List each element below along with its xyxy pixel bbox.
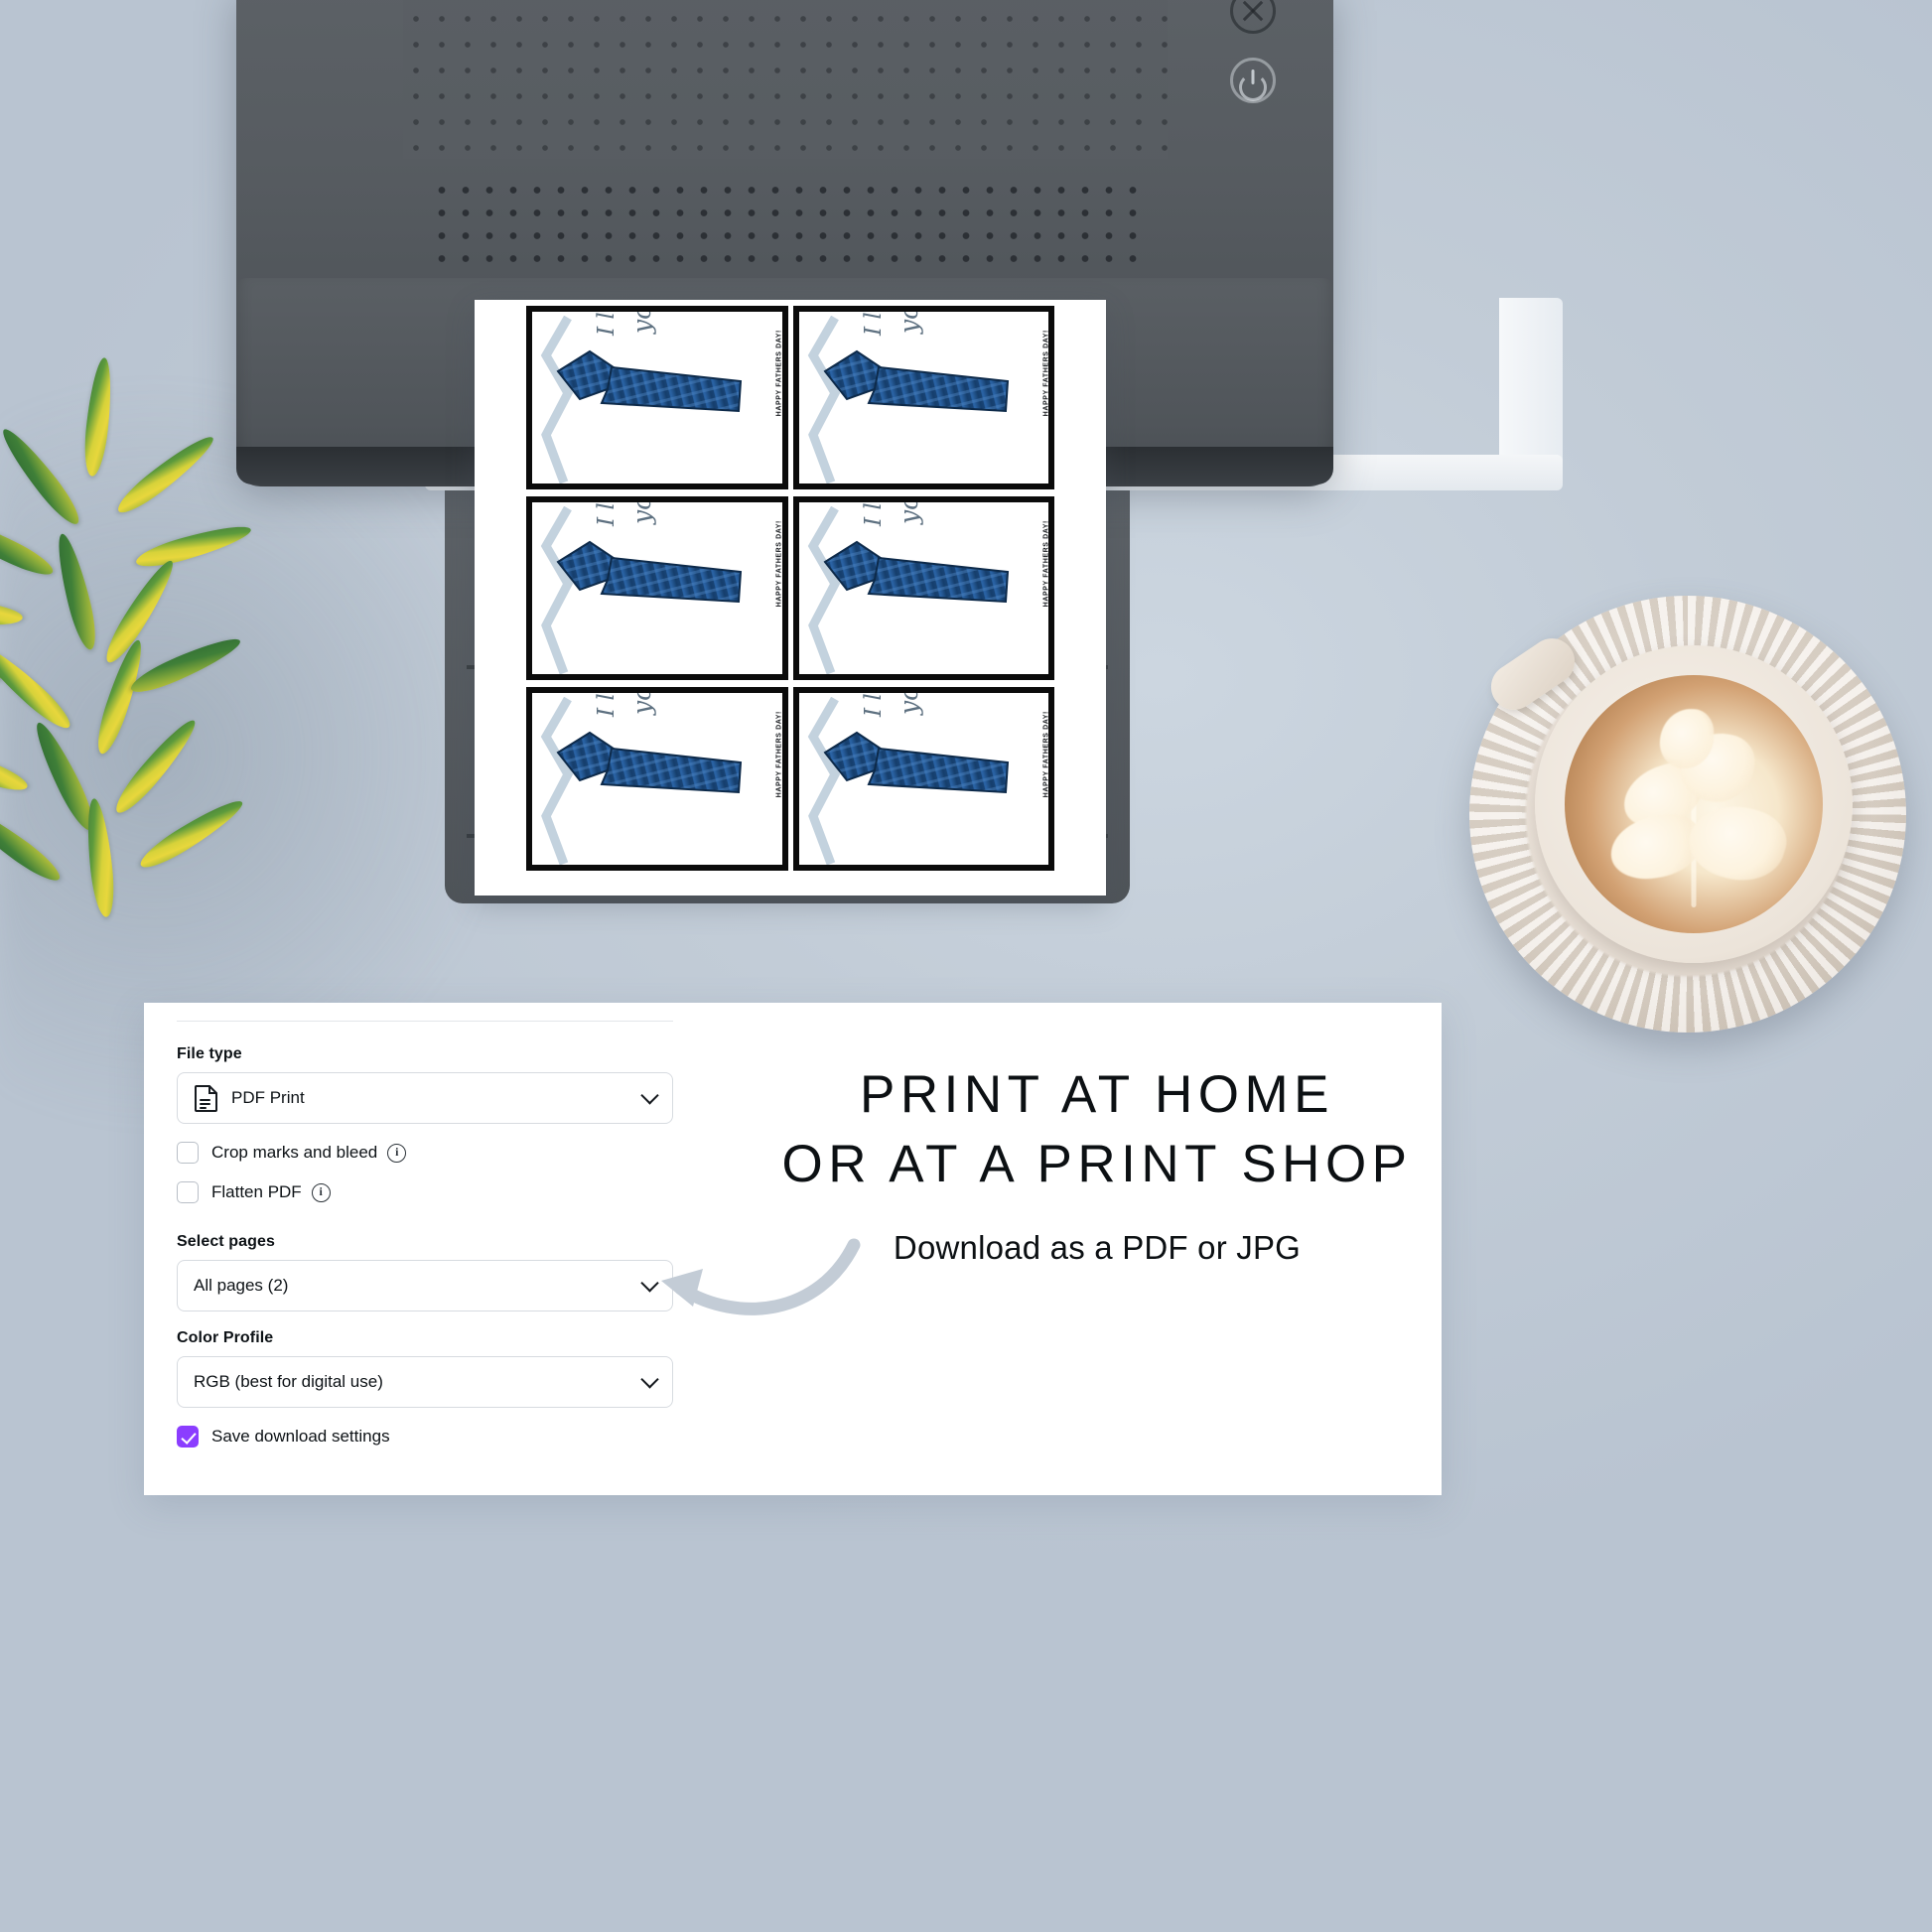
printed-card: I love your style! HAPPY FATHERS DAY! ♥ … xyxy=(792,687,1054,871)
printed-card: I love your style! HAPPY FATHERS DAY! ♥ … xyxy=(526,496,788,680)
card-script-line-2: your style! xyxy=(895,502,923,524)
heart-icon: ♥ xyxy=(783,771,788,777)
save-settings-checkbox[interactable] xyxy=(177,1426,199,1448)
chevron-down-icon xyxy=(640,1086,659,1105)
card-artwork: I love your style! HAPPY FATHERS DAY! ♥ … xyxy=(798,693,1048,865)
promo-headline: PRINT AT HOME OR AT A PRINT SHOP xyxy=(779,1060,1415,1199)
card-caption: HAPPY FATHERS DAY! ♥ TAYLOR xyxy=(1042,330,1054,417)
flatten-pdf-checkbox[interactable] xyxy=(177,1181,199,1203)
flatten-pdf-label: Flatten PDF xyxy=(211,1182,302,1201)
select-pages-label: Select pages xyxy=(177,1233,276,1250)
promo-block: PRINT AT HOME OR AT A PRINT SHOP Downloa… xyxy=(779,1060,1415,1267)
card-script-line-1: I love xyxy=(861,693,887,717)
card-script-line-1: I love xyxy=(594,312,620,336)
color-profile-value: RGB (best for digital use) xyxy=(194,1372,383,1391)
info-icon[interactable] xyxy=(387,1143,407,1163)
heart-icon: ♥ xyxy=(1049,390,1054,396)
printed-sheet: I love your style! HAPPY FATHERS DAY! ♥ … xyxy=(475,300,1106,896)
card-caption: HAPPY FATHERS DAY! ♥ TAYLOR xyxy=(776,330,788,416)
coffee-cup xyxy=(1469,596,1932,1062)
card-artwork: I love your style! HAPPY FATHERS DAY! ♥ … xyxy=(798,502,1048,674)
latte-art xyxy=(1565,675,1823,933)
crop-marks-checkbox-row[interactable]: Crop marks and bleed xyxy=(177,1142,673,1164)
printed-card: I love your style! HAPPY FATHERS DAY! ♥ … xyxy=(526,687,788,871)
card-script-line-1: I love xyxy=(861,502,887,526)
necktie-icon xyxy=(556,349,743,413)
save-settings-checkbox-row[interactable]: Save download settings xyxy=(177,1426,673,1448)
necktie-icon xyxy=(823,349,1009,413)
necktie-icon xyxy=(823,540,1009,604)
color-profile-label: Color Profile xyxy=(177,1329,274,1346)
necktie-icon xyxy=(556,731,743,794)
card-script-line-2: your style! xyxy=(895,693,923,715)
close-circle-icon[interactable] xyxy=(1230,0,1276,34)
select-pages-value: All pages (2) xyxy=(194,1276,289,1295)
card-caption: HAPPY FATHERS DAY! ♥ TAYLOR xyxy=(1042,711,1054,798)
card-caption-name: TAYLOR xyxy=(782,350,788,387)
save-settings-label: Save download settings xyxy=(211,1427,390,1446)
card-caption-name: TAYLOR xyxy=(1049,732,1054,768)
printer-vent-grille xyxy=(430,179,1140,290)
necktie-icon xyxy=(823,731,1009,794)
select-pages-select[interactable]: All pages (2) xyxy=(177,1260,673,1311)
card-caption-name: TAYLOR xyxy=(1049,541,1054,578)
flatten-pdf-checkbox-row[interactable]: Flatten PDF xyxy=(177,1181,673,1203)
panel-divider xyxy=(177,1021,673,1022)
card-caption-name: TAYLOR xyxy=(782,541,788,578)
card-caption-name: TAYLOR xyxy=(782,732,788,768)
power-icon[interactable] xyxy=(1230,58,1276,103)
printed-card: I love your style! HAPPY FATHERS DAY! ♥ … xyxy=(792,306,1054,489)
card-grid: I love your style! HAPPY FATHERS DAY! ♥ … xyxy=(526,306,1054,882)
card-caption-greeting: HAPPY FATHERS DAY! xyxy=(1042,520,1049,608)
settings-column: File type PDF Print Crop marks and bleed… xyxy=(177,1021,673,1448)
card-artwork: I love your style! HAPPY FATHERS DAY! ♥ … xyxy=(532,693,782,865)
card-script-line-2: your style! xyxy=(627,312,656,334)
crop-marks-label: Crop marks and bleed xyxy=(211,1143,378,1162)
card-caption: HAPPY FATHERS DAY! ♥ TAYLOR xyxy=(776,711,788,797)
file-type-select[interactable]: PDF Print xyxy=(177,1072,673,1124)
card-artwork: I love your style! HAPPY FATHERS DAY! ♥ … xyxy=(532,312,782,483)
curved-arrow-icon xyxy=(661,1238,861,1315)
necktie-icon xyxy=(556,540,743,604)
chevron-down-icon xyxy=(640,1370,659,1389)
download-settings-panel: File type PDF Print Crop marks and bleed… xyxy=(144,1003,1442,1495)
heart-icon: ♥ xyxy=(783,581,788,587)
printed-card: I love your style! HAPPY FATHERS DAY! ♥ … xyxy=(792,496,1054,680)
pdf-file-icon xyxy=(195,1085,217,1112)
file-type-label: File type xyxy=(177,1045,242,1062)
color-profile-select[interactable]: RGB (best for digital use) xyxy=(177,1356,673,1408)
card-script-line-2: your style! xyxy=(895,312,923,334)
heart-icon: ♥ xyxy=(1049,581,1054,587)
card-caption-greeting: HAPPY FATHERS DAY! xyxy=(1042,711,1049,798)
card-script-line-2: your style! xyxy=(627,693,656,715)
card-caption: HAPPY FATHERS DAY! ♥ TAYLOR xyxy=(776,520,788,607)
card-script-line-1: I love xyxy=(594,693,620,717)
card-artwork: I love your style! HAPPY FATHERS DAY! ♥ … xyxy=(798,312,1048,483)
card-caption-name: TAYLOR xyxy=(1049,350,1054,387)
promo-headline-line-2: OR AT A PRINT SHOP xyxy=(781,1134,1413,1193)
card-caption: HAPPY FATHERS DAY! ♥ TAYLOR xyxy=(1042,520,1054,608)
card-caption-greeting: HAPPY FATHERS DAY! xyxy=(1042,330,1049,417)
card-script-line-1: I love xyxy=(594,502,620,526)
card-script-line-1: I love xyxy=(861,312,887,336)
heart-icon: ♥ xyxy=(1049,771,1054,777)
crop-marks-checkbox[interactable] xyxy=(177,1142,199,1164)
promo-subtext: Download as a PDF or JPG xyxy=(893,1228,1302,1266)
file-type-value: PDF Print xyxy=(231,1088,305,1107)
card-script-line-2: your style! xyxy=(627,502,656,524)
card-artwork: I love your style! HAPPY FATHERS DAY! ♥ … xyxy=(532,502,782,674)
heart-icon: ♥ xyxy=(783,390,788,396)
info-icon[interactable] xyxy=(311,1182,331,1202)
promo-headline-line-1: PRINT AT HOME xyxy=(860,1065,1334,1124)
printed-card: I love your style! HAPPY FATHERS DAY! ♥ … xyxy=(526,306,788,489)
potted-plant xyxy=(0,356,387,973)
